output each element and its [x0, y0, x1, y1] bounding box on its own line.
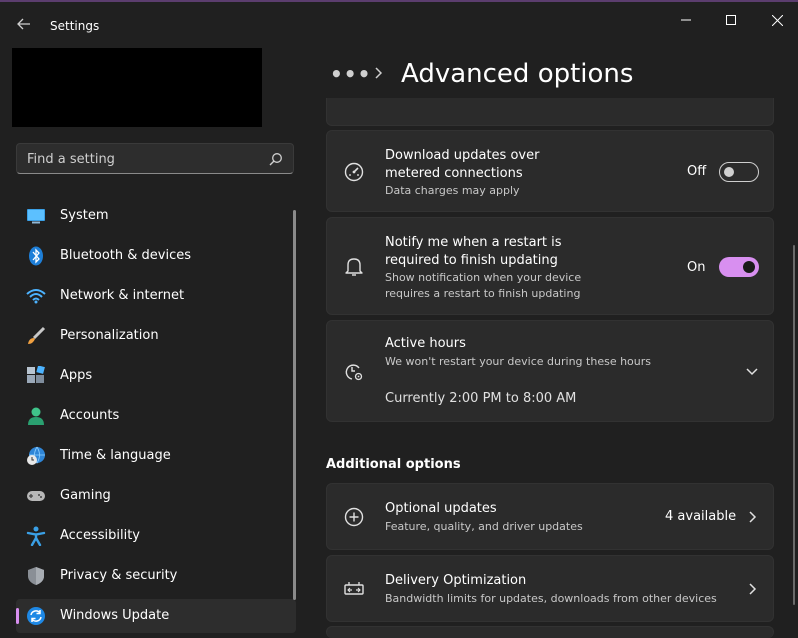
optional-updates-card[interactable]: Optional updates Feature, quality, and d… — [326, 483, 774, 550]
sidebar-item-accessibility[interactable]: Accessibility — [16, 519, 296, 553]
close-button[interactable] — [757, 8, 797, 32]
chevron-right-icon — [375, 67, 383, 79]
back-arrow-icon — [17, 18, 30, 30]
restart-notify-card: Notify me when a restart is required to … — [326, 217, 774, 315]
optional-updates-title: Optional updates — [385, 501, 497, 516]
plus-circle-icon — [343, 506, 365, 528]
sidebar-item-label: Privacy & security — [60, 568, 178, 583]
metered-title-line1: Download updates over — [385, 148, 540, 163]
restart-notify-subtitle-line1: Show notification when your device — [385, 271, 582, 284]
close-icon — [771, 14, 783, 26]
sidebar-scrollbar[interactable] — [293, 210, 296, 600]
clock-settings-icon — [343, 361, 365, 383]
search-box[interactable] — [16, 143, 294, 174]
metered-subtitle: Data charges may apply — [385, 184, 520, 197]
person-icon — [26, 406, 46, 426]
app-title: Settings — [50, 19, 100, 33]
delivery-optimization-title: Delivery Optimization — [385, 573, 527, 588]
active-hours-subtitle: We won't restart your device during thes… — [385, 355, 652, 368]
sidebar-item-personalization[interactable]: Personalization — [16, 319, 296, 353]
metered-toggle[interactable] — [719, 162, 759, 182]
gamepad-icon — [26, 486, 46, 506]
sidebar-item-bluetooth[interactable]: Bluetooth & devices — [16, 239, 296, 273]
sidebar-item-windows-update[interactable]: Windows Update — [16, 599, 296, 633]
chevron-right-icon — [749, 583, 757, 595]
sidebar-item-accounts[interactable]: Accounts — [16, 399, 296, 433]
maximize-button[interactable] — [711, 8, 751, 32]
maximize-icon — [726, 15, 736, 25]
chevron-right-icon — [749, 511, 757, 523]
sidebar-item-label: Accounts — [60, 408, 120, 423]
breadcrumb: ••• Advanced options — [330, 56, 770, 100]
restart-notify-toggle-state-label: On — [687, 260, 706, 275]
brush-icon — [26, 326, 46, 346]
page-title: Advanced options — [401, 59, 634, 89]
sidebar-item-gaming[interactable]: Gaming — [16, 479, 296, 513]
toggle-knob — [724, 167, 734, 177]
next-setting-card[interactable] — [326, 626, 774, 638]
windows-update-icon — [26, 606, 46, 626]
active-hours-card[interactable]: Active hours We won't restart your devic… — [326, 320, 774, 422]
active-hours-current: Currently 2:00 PM to 8:00 AM — [385, 391, 577, 406]
sidebar-item-label: Bluetooth & devices — [60, 248, 191, 263]
speedometer-icon — [343, 161, 365, 183]
restart-notify-title-line2: required to finish updating — [385, 253, 558, 268]
search-icon[interactable] — [269, 152, 283, 166]
previous-setting-card[interactable] — [326, 98, 774, 126]
system-icon — [26, 206, 46, 226]
selected-indicator — [16, 608, 19, 624]
sidebar-item-label: Gaming — [60, 488, 111, 503]
back-button[interactable] — [10, 10, 38, 38]
metered-toggle-state-label: Off — [687, 164, 707, 179]
sidebar-item-label: Personalization — [60, 328, 159, 343]
minimize-button[interactable] — [666, 8, 706, 32]
profile-redacted-block — [12, 48, 262, 127]
metered-title-line2: metered connections — [385, 166, 523, 181]
sidebar-item-privacy-security[interactable]: Privacy & security — [16, 559, 296, 593]
delivery-optimization-card[interactable]: Delivery Optimization Bandwidth limits f… — [326, 555, 774, 622]
sidebar-item-label: Apps — [60, 368, 93, 383]
sidebar-item-label: Network & internet — [60, 288, 185, 303]
restart-notify-title-line1: Notify me when a restart is — [385, 235, 562, 250]
sidebar-item-system[interactable]: System — [16, 199, 296, 233]
sidebar-item-label: Time & language — [60, 448, 171, 463]
sidebar-item-label: Windows Update — [60, 608, 170, 623]
chevron-down-icon[interactable] — [745, 364, 759, 378]
delivery-optimization-subtitle: Bandwidth limits for updates, downloads … — [385, 592, 717, 605]
sidebar-item-label: Accessibility — [60, 528, 140, 543]
sidebar-item-time-language[interactable]: Time & language — [16, 439, 296, 473]
accessibility-icon — [26, 526, 46, 546]
sidebar-item-apps[interactable]: Apps — [16, 359, 296, 393]
globe-clock-icon — [26, 446, 46, 466]
optional-updates-count: 4 available — [665, 509, 737, 524]
bluetooth-icon — [26, 246, 46, 266]
toggle-knob — [743, 261, 755, 273]
active-hours-title: Active hours — [385, 336, 466, 351]
restart-notify-subtitle-line2: requires a restart to finish updating — [385, 287, 581, 300]
breadcrumb-more-button[interactable]: ••• — [330, 62, 371, 86]
delivery-optimization-icon — [343, 578, 365, 600]
bell-icon — [343, 256, 365, 278]
search-input[interactable] — [27, 150, 257, 168]
shield-icon — [26, 566, 46, 586]
metered-connections-card: Download updates over metered connection… — [326, 130, 774, 212]
apps-icon — [26, 366, 46, 386]
sidebar-item-label: System — [60, 208, 109, 223]
wifi-icon — [26, 286, 46, 306]
minimize-icon — [681, 19, 691, 21]
sidebar-item-network[interactable]: Network & internet — [16, 279, 296, 313]
additional-options-heading: Additional options — [326, 457, 461, 472]
optional-updates-subtitle: Feature, quality, and driver updates — [385, 520, 583, 533]
restart-notify-toggle[interactable] — [719, 257, 759, 277]
title-bar: Settings — [0, 2, 798, 42]
content-scrollbar[interactable] — [793, 245, 795, 605]
